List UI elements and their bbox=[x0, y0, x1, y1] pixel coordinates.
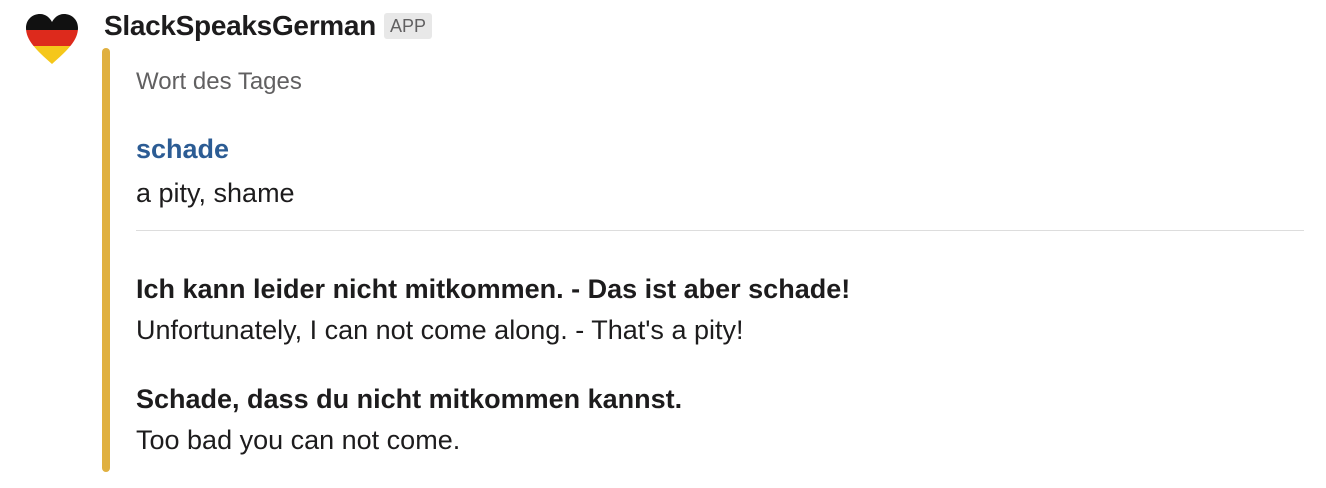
message-header: SlackSpeaksGerman APP bbox=[104, 6, 432, 46]
example-german: Ich kann leider nicht mitkommen. - Das i… bbox=[136, 274, 851, 304]
divider bbox=[136, 230, 1304, 231]
example-sentence: Ich kann leider nicht mitkommen. - Das i… bbox=[136, 274, 850, 346]
attachment-pretext: Wort des Tages bbox=[136, 68, 302, 95]
word-translation: a pity, shame bbox=[136, 178, 295, 208]
example-english: Too bad you can not come. bbox=[136, 425, 461, 455]
sender-name[interactable]: SlackSpeaksGerman bbox=[104, 10, 376, 42]
app-badge: APP bbox=[383, 13, 432, 39]
german-flag-heart-icon bbox=[26, 14, 78, 64]
example-english: Unfortunately, I can not come along. - T… bbox=[136, 315, 744, 345]
attachment-color-bar bbox=[102, 48, 110, 472]
avatar[interactable] bbox=[24, 12, 80, 68]
word-of-the-day: schade bbox=[136, 134, 230, 164]
example-sentence: Schade, dass du nicht mitkommen kannst. … bbox=[136, 384, 682, 456]
example-german: Schade, dass du nicht mitkommen kannst. bbox=[136, 384, 683, 414]
